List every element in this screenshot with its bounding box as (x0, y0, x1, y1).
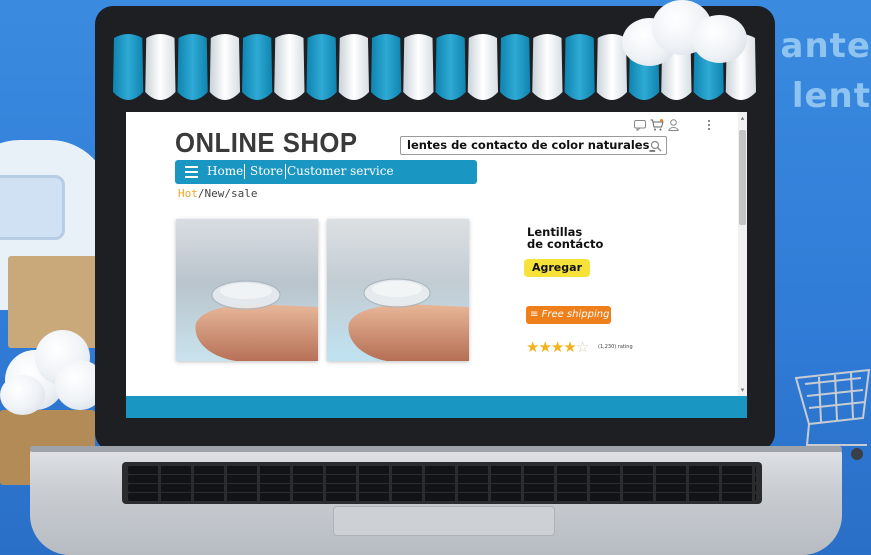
nav-separator (285, 164, 286, 179)
rating-count: (1,230) rating (598, 344, 633, 350)
star-filled-icon[interactable]: ★ (563, 338, 576, 356)
nav-separator (244, 164, 245, 179)
truck-icon: ≡ (530, 309, 539, 320)
laptop-keyboard (122, 462, 762, 504)
shop-brand-title: ONLINE SHOP (175, 127, 358, 158)
awning-stripe-blue (371, 34, 402, 100)
shop-footer-bar (126, 396, 747, 418)
vertical-scrollbar[interactable]: ▴ ▾ (738, 112, 747, 396)
product-title: Lentillas de contácto (527, 226, 603, 250)
main-navigation: Home Store Customer service (175, 160, 477, 184)
search-input-value[interactable]: lentes de contacto de color naturales_ (407, 138, 655, 152)
header-icons (634, 118, 682, 132)
product-image[interactable] (327, 219, 469, 361)
star-empty-icon[interactable]: ☆ (576, 338, 589, 356)
awning-stripe-white (209, 34, 240, 100)
scrollbar-thumb[interactable] (739, 130, 746, 225)
background-text-line-1: ante (780, 26, 871, 66)
awning-stripe-blue (306, 34, 337, 100)
cart-icon[interactable] (650, 119, 664, 131)
product-title-line-2: de contácto (527, 237, 604, 251)
background-text-line-2: lent (791, 76, 871, 116)
nav-customer-service[interactable]: Customer service (287, 164, 394, 178)
hamburger-menu-icon[interactable] (185, 166, 198, 178)
kebab-menu-icon[interactable] (708, 120, 712, 132)
search-input[interactable]: lentes de contacto de color naturales_ (400, 136, 667, 155)
chat-icon[interactable] (634, 120, 646, 131)
awning-stripe-white (403, 34, 434, 100)
van-window (0, 175, 65, 240)
nav-store[interactable]: Store (250, 164, 283, 178)
awning-stripe-white (532, 34, 563, 100)
awning-stripe-white (338, 34, 369, 100)
add-to-cart-button[interactable]: Agregar (524, 259, 590, 277)
breadcrumb-hot[interactable]: Hot (178, 187, 198, 200)
awning-stripe-blue (564, 34, 595, 100)
product-image[interactable] (176, 219, 318, 361)
user-icon[interactable] (668, 119, 679, 131)
cloud-illustration (612, 0, 752, 70)
laptop-trackpad (333, 506, 555, 536)
cloud-illustration (0, 320, 110, 420)
free-shipping-label: Free shipping (541, 309, 610, 320)
awning-stripe-blue (435, 34, 466, 100)
awning-stripe-white (274, 34, 305, 100)
breadcrumb-rest[interactable]: /New/sale (198, 187, 258, 200)
awning-stripe-blue (177, 34, 208, 100)
shop-screen: ONLINE SHOP lentes de contacto de color … (126, 112, 747, 418)
scroll-up-icon[interactable]: ▴ (739, 114, 746, 122)
nav-home[interactable]: Home (207, 164, 243, 178)
awning-stripe-white (467, 34, 498, 100)
awning-stripe-blue (500, 34, 531, 100)
star-filled-icon[interactable]: ★ (551, 338, 564, 356)
laptop-hinge (30, 446, 842, 452)
scroll-down-icon[interactable]: ▾ (739, 386, 746, 394)
breadcrumb: Hot/New/sale (178, 187, 257, 200)
search-icon[interactable] (650, 140, 662, 152)
star-filled-icon[interactable]: ★ (538, 338, 551, 356)
awning-stripe-white (145, 34, 176, 100)
star-rating[interactable]: ★★★★☆ (526, 338, 589, 356)
awning-stripe-blue (113, 34, 144, 100)
awning-stripe-blue (242, 34, 273, 100)
star-filled-icon[interactable]: ★ (526, 338, 539, 356)
free-shipping-badge[interactable]: ≡ Free shipping (526, 306, 611, 324)
